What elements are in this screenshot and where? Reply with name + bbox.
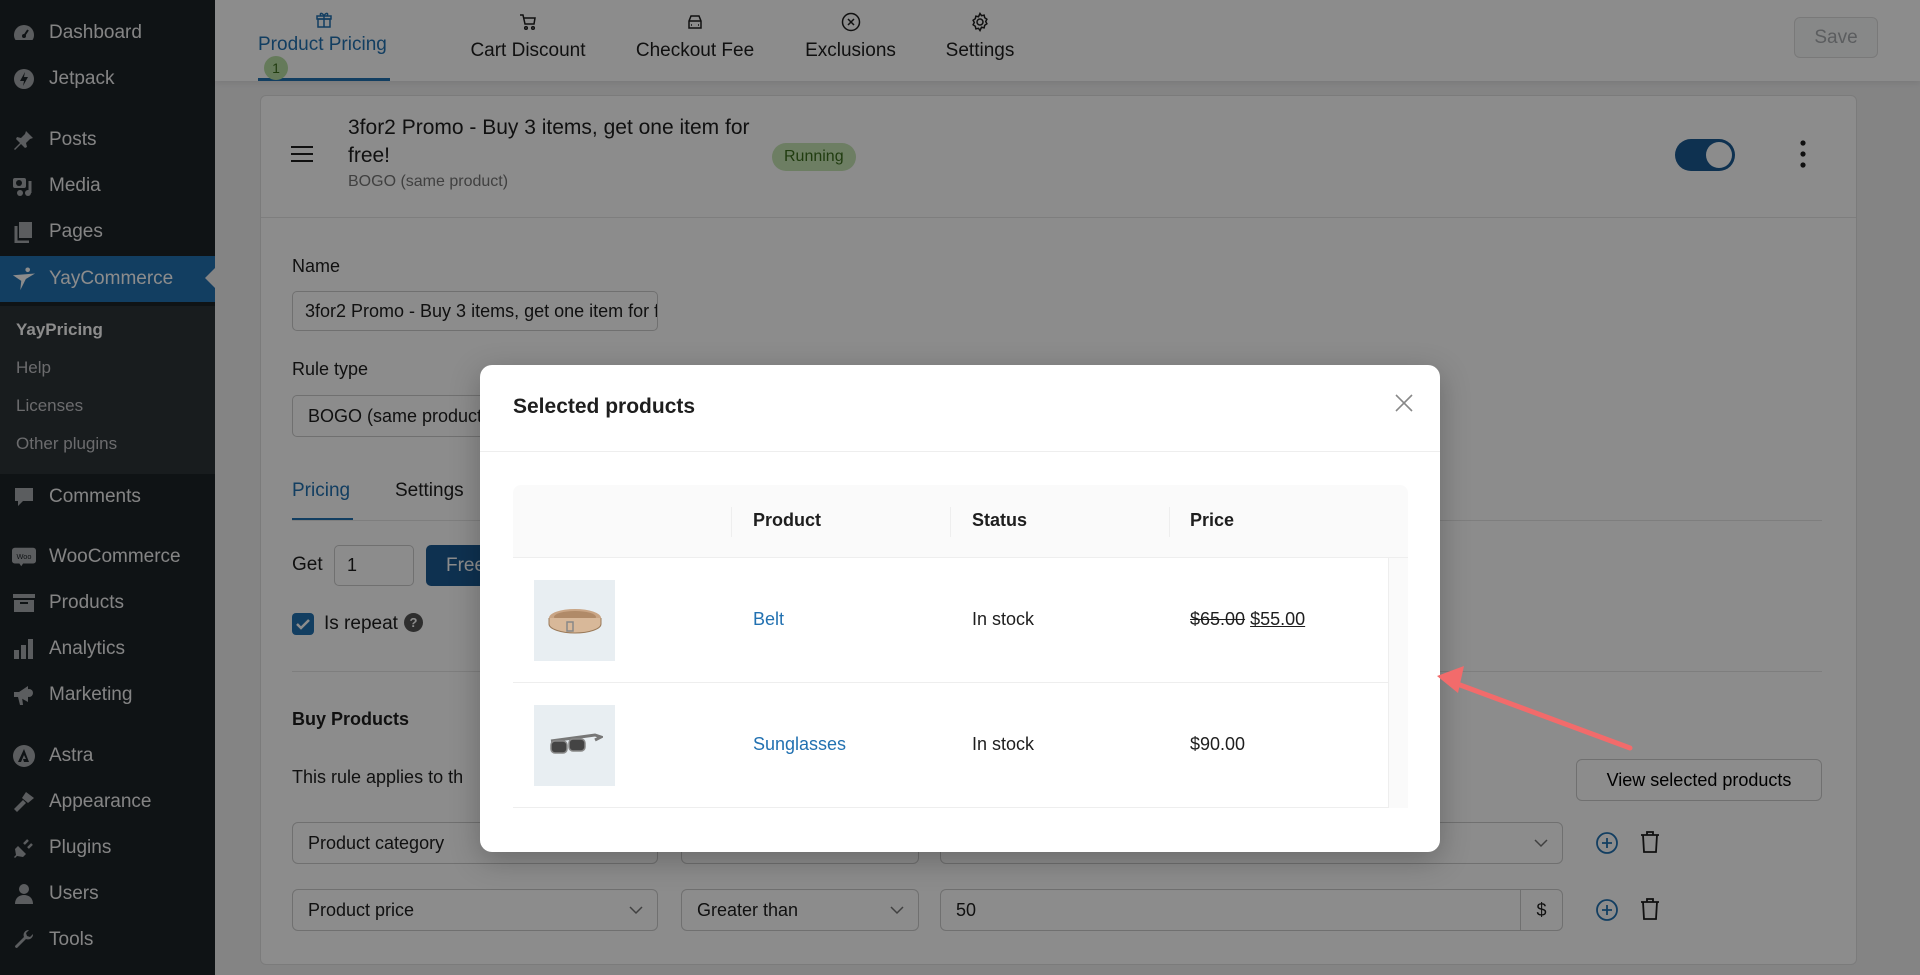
selected-products-table: Product Status Price Belt In stock $65.0… [513, 485, 1408, 808]
column-header-price: Price [1190, 510, 1235, 530]
belt-image [534, 580, 615, 661]
close-icon[interactable] [1394, 393, 1414, 418]
modal-header-divider [480, 451, 1440, 452]
sunglasses-image [534, 705, 615, 786]
modal-title: Selected products [513, 395, 696, 418]
table-row: Sunglasses In stock $90.00 [513, 683, 1388, 808]
product-price: $90.00 [1190, 734, 1246, 754]
sale-price: $55.00 [1250, 609, 1306, 629]
table-row: Belt In stock $65.00 $55.00 [513, 558, 1388, 683]
product-price: $65.00 $55.00 [1190, 609, 1305, 630]
product-link-sunglasses[interactable]: Sunglasses [753, 734, 846, 755]
product-status: In stock [972, 734, 1035, 754]
selected-products-modal: Selected products Product Status Price B… [480, 365, 1440, 852]
column-divider [731, 507, 732, 537]
regular-price: $65.00 [1190, 609, 1246, 629]
column-header-status: Status [972, 510, 1028, 530]
column-divider [1169, 507, 1170, 537]
column-divider [950, 507, 951, 537]
table-scrollbar[interactable] [1388, 558, 1408, 808]
column-header-product: Product [753, 510, 822, 530]
product-link-belt[interactable]: Belt [753, 609, 784, 630]
table-header: Product Status Price [513, 485, 1408, 558]
product-status: In stock [972, 609, 1035, 629]
